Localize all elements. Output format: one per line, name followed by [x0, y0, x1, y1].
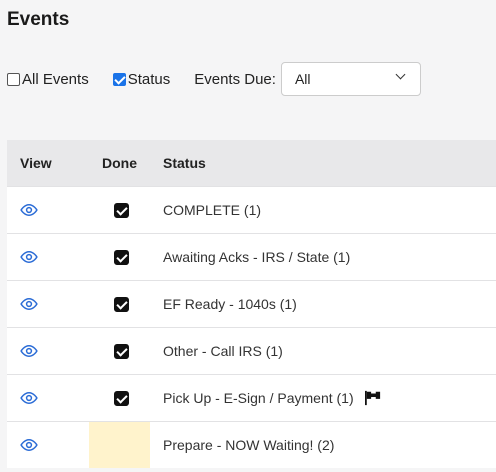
view-cell	[7, 375, 89, 421]
done-cell	[89, 187, 150, 233]
filter-bar: All Events Status Events Due: All	[7, 62, 421, 96]
table-row: Other - Call IRS (1)	[7, 327, 496, 374]
view-cell	[7, 187, 89, 233]
events-due-select[interactable]: All	[280, 62, 421, 96]
events-due-label: Events Due:	[194, 70, 276, 88]
done-checkbox[interactable]	[114, 249, 129, 265]
events-due-value: All	[294, 71, 311, 87]
status-cell: EF Ready - 1040s (1)	[150, 281, 496, 327]
view-cell	[7, 422, 89, 468]
header-status: Status	[163, 155, 206, 171]
header-done: Done	[102, 155, 137, 171]
table-header: View Done Status	[7, 140, 496, 186]
done-cell	[89, 328, 150, 374]
events-table: View Done Status COMPLETE (1) Awaiting Ac…	[7, 140, 496, 468]
done-checkbox[interactable]	[114, 390, 129, 406]
done-checkbox[interactable]	[114, 296, 129, 312]
done-cell	[89, 375, 150, 421]
done-cell	[89, 234, 150, 280]
chevron-down-icon	[396, 71, 406, 81]
header-view: View	[20, 155, 52, 171]
eye-icon[interactable]	[20, 248, 38, 266]
table-row: Awaiting Acks - IRS / State (1)	[7, 233, 496, 280]
page-title: Events	[7, 9, 70, 30]
status-text: Other - Call IRS (1)	[163, 343, 283, 359]
all-events-filter[interactable]: All Events	[7, 71, 89, 88]
table-row: EF Ready - 1040s (1)	[7, 280, 496, 327]
all-events-label: All Events	[22, 70, 89, 88]
view-cell	[7, 328, 89, 374]
status-label: Status	[127, 70, 171, 88]
status-checkbox[interactable]	[112, 72, 126, 86]
status-cell: Awaiting Acks - IRS / State (1)	[150, 234, 496, 280]
status-text: Prepare - NOW Waiting! (2)	[163, 437, 335, 453]
eye-icon[interactable]	[20, 436, 38, 454]
done-cell	[89, 422, 150, 468]
status-cell: Pick Up - E-Sign / Payment (1)	[150, 375, 496, 421]
status-cell: Other - Call IRS (1)	[150, 328, 496, 374]
status-filter[interactable]: Status	[112, 70, 171, 88]
status-cell: COMPLETE (1)	[150, 187, 496, 233]
table-row: COMPLETE (1)	[7, 186, 496, 233]
done-cell	[89, 281, 150, 327]
view-cell	[7, 234, 89, 280]
done-checkbox[interactable]	[114, 202, 129, 218]
table-row: Pick Up - E-Sign / Payment (1)	[7, 374, 496, 421]
status-cell: Prepare - NOW Waiting! (2)	[150, 422, 496, 468]
all-events-checkbox[interactable]	[7, 72, 20, 86]
flag-icon	[364, 390, 382, 406]
table-row: Prepare - NOW Waiting! (2)	[7, 421, 496, 468]
eye-icon[interactable]	[20, 201, 38, 219]
table-body: COMPLETE (1) Awaiting Acks - IRS / State …	[7, 186, 496, 468]
eye-icon[interactable]	[20, 342, 38, 360]
status-text: EF Ready - 1040s (1)	[163, 296, 297, 312]
status-text: Awaiting Acks - IRS / State (1)	[163, 249, 351, 265]
done-checkbox[interactable]	[114, 343, 129, 359]
status-text: COMPLETE (1)	[163, 202, 262, 218]
eye-icon[interactable]	[20, 295, 38, 313]
status-text: Pick Up - E-Sign / Payment (1)	[163, 390, 354, 406]
view-cell	[7, 281, 89, 327]
eye-icon[interactable]	[20, 389, 38, 407]
